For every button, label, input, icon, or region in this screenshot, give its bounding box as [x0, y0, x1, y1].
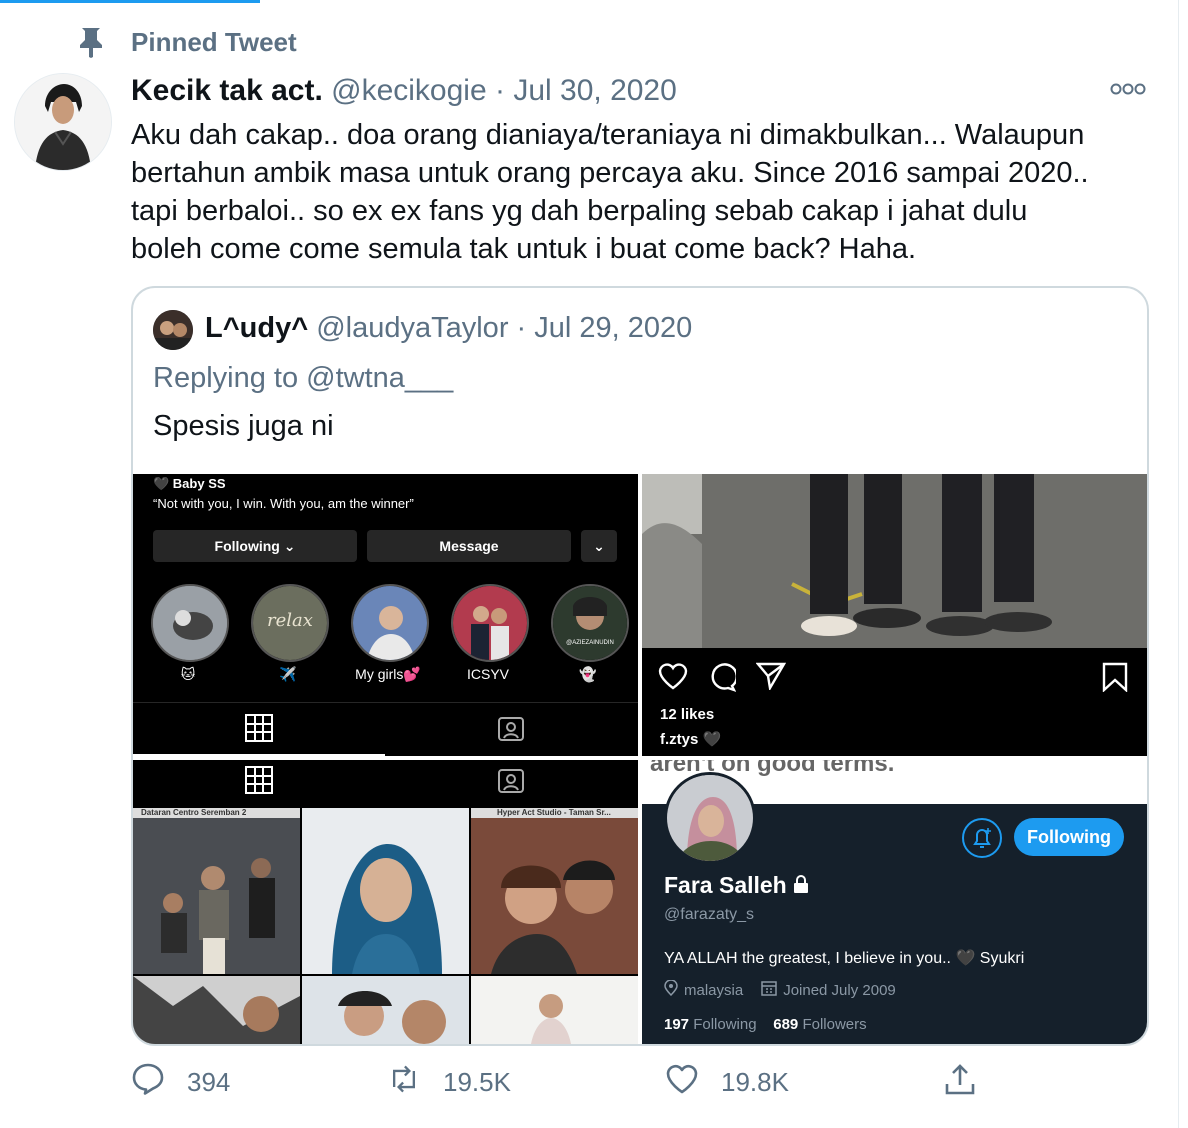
- profile-meta: malaysia Joined July 2009: [664, 979, 896, 1000]
- profile-stats: 197 Following 689 Followers: [664, 1016, 867, 1033]
- grid-photo-1[interactable]: Dataran Centro Seremban 2: [133, 808, 300, 974]
- grid-tabbar: [133, 760, 638, 808]
- quote-date[interactable]: Jul 29, 2020: [534, 312, 692, 344]
- ig-profile-name: 🖤 Baby SS: [153, 476, 226, 491]
- ig-highlight-3[interactable]: [351, 584, 429, 662]
- media-instagram-profile[interactable]: 🖤 Baby SS “Not with you, I win. With you…: [133, 474, 638, 756]
- author-name[interactable]: Kecik tak act.: [131, 74, 323, 107]
- more-options-icon[interactable]: [1110, 82, 1146, 96]
- share-paper-plane-icon[interactable]: [755, 662, 787, 695]
- like-action[interactable]: 19.8K: [665, 1062, 789, 1103]
- author-handle[interactable]: @kecikogie: [331, 74, 487, 107]
- tagged-icon-2[interactable]: [497, 766, 525, 799]
- header-separator: ·: [495, 74, 505, 107]
- ig-profile-bio: “Not with you, I win. With you, am the w…: [153, 496, 414, 511]
- profile-bio: YA ALLAH the greatest, I believe in you.…: [664, 950, 1025, 967]
- pinned-tweet-label: Pinned Tweet: [131, 27, 297, 57]
- ig-highlight-5[interactable]: @AZIEZAINUDIN: [551, 584, 629, 662]
- following-label[interactable]: Following: [693, 1016, 756, 1033]
- media-grid: 🖤 Baby SS “Not with you, I win. With you…: [133, 474, 1147, 1044]
- timeline-border: [1178, 0, 1179, 1128]
- share-icon[interactable]: [943, 1062, 977, 1103]
- ig-highlight-4[interactable]: [451, 584, 529, 662]
- ig-following-button[interactable]: Following ⌄: [153, 530, 357, 562]
- location-pin-icon: [664, 979, 678, 1000]
- grid-photo-1-location: Dataran Centro Seremban 2: [141, 808, 247, 817]
- profile-following-button[interactable]: Following: [1014, 818, 1124, 856]
- grid-photo-6[interactable]: [471, 976, 638, 1044]
- ig-highlight-label-3: My girls💕: [355, 666, 421, 682]
- profile-banner-text: aren't on good terms.: [650, 760, 895, 777]
- author-avatar[interactable]: [14, 73, 112, 171]
- calendar-icon: [761, 980, 777, 1000]
- quote-text: Spesis juga ni: [153, 410, 334, 442]
- profile-name: Fara Salleh: [664, 872, 809, 899]
- grid-icon-2[interactable]: [245, 766, 273, 799]
- post-likes[interactable]: 12 likes: [660, 706, 714, 723]
- following-count[interactable]: 197: [664, 1016, 689, 1033]
- comment-bubble-icon[interactable]: [706, 662, 738, 697]
- top-progress-bar: [0, 0, 260, 3]
- profile-name-text: Fara Salleh: [664, 872, 787, 898]
- reply-icon[interactable]: [131, 1062, 165, 1103]
- heart-icon[interactable]: [665, 1062, 699, 1103]
- grid-photo-3[interactable]: Hyper Act Studio - Taman Sr...: [471, 808, 638, 974]
- quote-author-name[interactable]: L^udy^: [205, 312, 308, 344]
- ig-highlight-label-5: 👻: [579, 666, 597, 682]
- lock-icon: [793, 872, 809, 898]
- followers-label[interactable]: Followers: [802, 1016, 866, 1033]
- ig-highlight-2[interactable]: relax: [251, 584, 329, 662]
- quote-author-handle[interactable]: @laudyaTaylor: [316, 312, 508, 344]
- reply-action[interactable]: 394: [131, 1062, 230, 1103]
- like-count: 19.8K: [721, 1067, 789, 1097]
- post-caption: f.ztys 🖤: [660, 731, 722, 748]
- ig-highlight-label-1: 🐱: [180, 666, 196, 682]
- pin-icon: [76, 26, 106, 58]
- profile-handle: @farazaty_s: [664, 906, 755, 923]
- ig-highlight-1[interactable]: [151, 584, 229, 662]
- ig-dropdown-button[interactable]: ⌄: [581, 530, 617, 562]
- share-action[interactable]: [943, 1062, 977, 1103]
- bookmark-icon[interactable]: [1102, 662, 1128, 697]
- profile-joined: Joined July 2009: [783, 981, 896, 999]
- reply-count: 394: [187, 1067, 231, 1097]
- grid-photo-5[interactable]: [302, 976, 469, 1044]
- followers-count[interactable]: 689: [773, 1016, 798, 1033]
- profile-avatar[interactable]: [664, 772, 756, 864]
- ig-highlight-label-2: ✈️: [279, 666, 297, 682]
- post-photo: [642, 474, 1147, 648]
- ig-active-tab-indicator: [133, 754, 385, 756]
- grid-photo-2[interactable]: [302, 808, 469, 974]
- profile-location: malaysia: [684, 981, 744, 999]
- quote-author-avatar[interactable]: [153, 310, 193, 350]
- retweet-action[interactable]: 19.5K: [387, 1062, 511, 1103]
- ig-highlight-5-caption: @AZIEZAINUDIN: [566, 640, 614, 646]
- media-instagram-grid[interactable]: Dataran Centro Seremban 2 Hyper Act Stud…: [133, 760, 638, 1044]
- grid-photo-4[interactable]: [133, 976, 300, 1044]
- grid-icon[interactable]: [245, 714, 273, 747]
- ig-divider: [133, 702, 638, 703]
- ig-message-button[interactable]: Message: [367, 530, 571, 562]
- grid-photo-3-location: Hyper Act Studio - Taman Sr...: [497, 808, 611, 817]
- tweet-text: Aku dah cakap.. doa orang dianiaya/teran…: [131, 119, 1089, 265]
- tagged-icon[interactable]: [497, 714, 525, 747]
- quoted-tweet[interactable]: L^udy^ @laudyaTaylor · Jul 29, 2020 Repl…: [131, 286, 1149, 1046]
- quote-separator: ·: [516, 312, 527, 344]
- retweet-count: 19.5K: [443, 1067, 511, 1097]
- tweet-actions: 394 19.5K 19.8K: [131, 1062, 1031, 1106]
- quote-header: L^udy^ @laudyaTaylor · Jul 29, 2020: [205, 312, 692, 345]
- retweet-icon[interactable]: [387, 1062, 421, 1103]
- media-twitter-profile[interactable]: aren't on good terms. Following Fara Sal…: [642, 760, 1147, 1044]
- tweet-header: Kecik tak act. @kecikogie · Jul 30, 2020: [131, 74, 677, 108]
- like-heart-icon[interactable]: [658, 662, 688, 695]
- tweet-date[interactable]: Jul 30, 2020: [513, 74, 676, 107]
- replying-to[interactable]: Replying to @twtna___: [153, 362, 453, 395]
- ig-highlight-label-4: ICSYV: [466, 666, 509, 682]
- media-instagram-post[interactable]: 12 likes f.ztys 🖤: [642, 474, 1147, 756]
- notification-bell-icon[interactable]: [962, 818, 1002, 858]
- ig-highlight-2-caption: relax: [267, 610, 313, 631]
